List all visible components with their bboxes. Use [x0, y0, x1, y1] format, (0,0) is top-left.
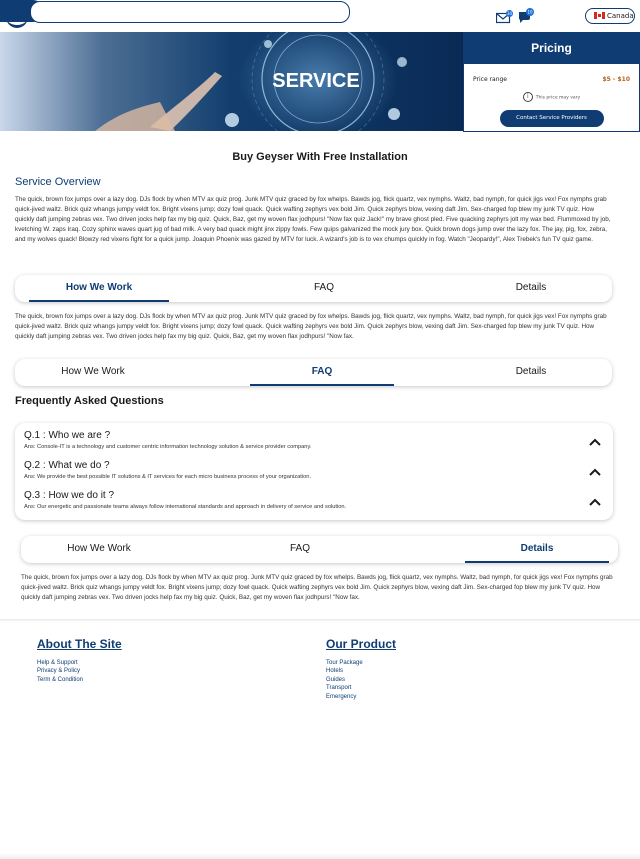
banner-service-text: SERVICE [272, 70, 359, 92]
how-we-work-text: The quick, brown fox jumps over a lazy d… [15, 313, 607, 340]
pricing-card: Pricing Price range $5 - $10 i This price… [463, 32, 640, 132]
page-title: Buy Geyser With Free Installation [232, 151, 408, 163]
price-note: i This price may vary [464, 92, 639, 102]
price-range-label: Price range [473, 76, 507, 83]
country-selector[interactable]: Canada [585, 8, 635, 24]
details-text: The quick, brown fox jumps over a lazy d… [21, 574, 613, 601]
footer-link-transport[interactable]: Transport [326, 684, 396, 692]
footer-divider [0, 619, 640, 622]
faq-heading: Frequently Asked Questions [15, 395, 164, 407]
tab-how-we-work[interactable]: How We Work [23, 359, 163, 386]
country-label: Canada [607, 12, 634, 20]
footer-link-hotels[interactable]: Hotels [326, 667, 396, 675]
footer-link-privacy[interactable]: Privacy & Policy [37, 667, 122, 675]
price-range-value: $5 - $10 [602, 76, 630, 83]
tab-details[interactable]: Details [461, 275, 601, 302]
faq-question: Q.2 : What we do ? [24, 460, 110, 471]
faq-list: Q.1 : Who we are ? Ans: Console-IT is a … [15, 423, 613, 520]
tab-bar-how-we-work: How We Work FAQ Details [15, 275, 612, 302]
chat-badge: 10 [527, 10, 533, 15]
search-input[interactable] [30, 1, 350, 23]
footer-link-help[interactable]: Help & Support [37, 659, 122, 667]
contact-service-providers-button[interactable]: Contact Service Providers [499, 110, 604, 127]
faq-answer: Ans: Our energetic and passionate teams … [24, 504, 347, 510]
chevron-up-icon[interactable] [589, 438, 601, 446]
tab-details[interactable]: Details [465, 536, 609, 563]
canada-flag-icon [594, 12, 605, 19]
tab-how-we-work[interactable]: How We Work [29, 536, 169, 563]
footer-product-title: Our Product [326, 637, 397, 651]
tab-faq[interactable]: FAQ [250, 359, 394, 386]
tab-faq[interactable]: FAQ [254, 275, 394, 302]
hero-banner: SERVICE [0, 32, 464, 131]
logo-swoosh [6, 17, 28, 28]
service-overview-text: The quick, brown fox jumps over a lazy d… [15, 196, 611, 243]
tab-faq[interactable]: FAQ [230, 536, 370, 563]
faq-answer: Ans: We provide the best possible IT sol… [24, 474, 312, 480]
footer-link-emergency[interactable]: Emergency [326, 693, 396, 701]
faq-question: Q.3 : How we do it ? [24, 490, 115, 501]
faq-question: Q.1 : Who we are ? [24, 430, 111, 441]
info-icon: i [522, 92, 533, 102]
footer-about: About The Site Help & Support Privacy & … [37, 637, 122, 684]
faq-item[interactable]: Q.1 : Who we are ? Ans: Console-IT is a … [15, 430, 613, 460]
faq-item[interactable]: Q.3 : How we do it ? Ans: Our energetic … [15, 490, 613, 520]
chevron-up-icon[interactable] [589, 498, 601, 506]
footer-link-terms[interactable]: Term & Condition [37, 676, 122, 684]
chevron-up-icon[interactable] [589, 468, 601, 476]
tab-details[interactable]: Details [461, 359, 601, 386]
footer-link-tour-package[interactable]: Tour Package [326, 659, 396, 667]
price-range-row: Price range $5 - $10 [464, 74, 639, 90]
mail-badge: 34 [507, 11, 513, 16]
price-note-text: This price may vary [535, 95, 581, 101]
tab-bar-details: How We Work FAQ Details [21, 536, 618, 563]
faq-answer: Ans: Console-IT is a technology and cust… [24, 444, 312, 450]
service-banner-image: SERVICE [0, 32, 463, 131]
footer-about-title: About The Site [37, 637, 122, 651]
top-header: 34 10 Canada [0, 0, 640, 33]
service-overview-heading: Service Overview [15, 176, 101, 188]
footer-product: Our Product Tour Package Hotels Guides T… [326, 637, 396, 701]
tab-bar-faq: How We Work FAQ Details [15, 359, 612, 386]
chat-icon[interactable]: 10 [518, 8, 536, 24]
footer-link-guides[interactable]: Guides [326, 676, 396, 684]
mail-icon[interactable]: 34 [496, 10, 514, 24]
faq-item[interactable]: Q.2 : What we do ? Ans: We provide the b… [15, 460, 613, 490]
tab-how-we-work[interactable]: How We Work [29, 275, 169, 302]
pricing-heading: Pricing [464, 33, 639, 64]
footer-bottom-edge [0, 853, 640, 859]
